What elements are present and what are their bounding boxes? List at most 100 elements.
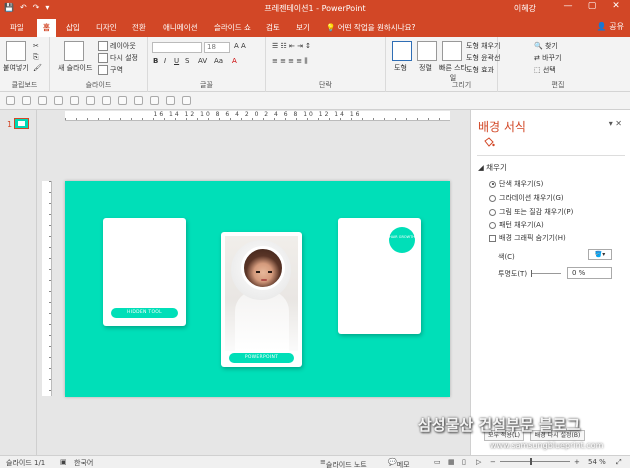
color-picker-button[interactable]: 🪣▾: [588, 249, 612, 260]
share-button[interactable]: 👤 공유: [597, 21, 624, 32]
toolbar-icon[interactable]: [182, 96, 191, 105]
find-button[interactable]: 🔍 찾기: [534, 41, 558, 51]
bullets-icon[interactable]: ☰ ☷ ⇤ ⇥ ↕: [272, 42, 311, 50]
shapes-icon[interactable]: [392, 41, 412, 61]
tab-animations[interactable]: 애니메이션: [163, 22, 198, 33]
toolbar-icon[interactable]: [6, 96, 15, 105]
layout-button[interactable]: 레이아웃: [98, 41, 136, 51]
card-center[interactable]: POWERPOINT: [221, 232, 302, 367]
arrange-button[interactable]: 정렬: [419, 63, 432, 73]
radio-solid[interactable]: [489, 180, 496, 188]
tab-design[interactable]: 디자인: [96, 22, 117, 33]
case-button[interactable]: Aa: [214, 57, 223, 65]
minimize-button[interactable]: —: [556, 1, 580, 11]
format-painter-icon[interactable]: 🖌: [33, 64, 42, 72]
radio-gradient[interactable]: [489, 194, 496, 202]
user-name[interactable]: 이혜강: [514, 3, 536, 14]
slide-canvas[interactable]: HIDDEN TOOL POWERPOINT HAIR GROWTH: [65, 181, 450, 397]
replace-button[interactable]: ⇄ 바꾸기: [534, 53, 561, 63]
pane-options-icon[interactable]: ▾: [609, 119, 613, 128]
clipboard-label: 클립보드: [11, 81, 38, 89]
option-picture-fill[interactable]: 그림 또는 질감 채우기(P): [489, 207, 573, 217]
tab-insert[interactable]: 삽입: [66, 22, 80, 33]
toolbar-icon[interactable]: [54, 96, 63, 105]
person-icon: 👤: [596, 22, 610, 31]
zoom-out-icon[interactable]: −: [490, 458, 496, 466]
tab-file[interactable]: 파일: [10, 22, 24, 33]
shape-effects-button[interactable]: 도형 효과: [466, 65, 494, 75]
toolbar-icon[interactable]: [150, 96, 159, 105]
paint-bucket-icon[interactable]: [483, 137, 495, 147]
language-indicator[interactable]: 한국어: [74, 458, 93, 468]
tab-slideshow[interactable]: 슬라이드 쇼: [214, 22, 251, 33]
toolbar-icon[interactable]: [118, 96, 127, 105]
option-solid-fill[interactable]: 단색 채우기(S): [489, 179, 543, 189]
notes-button[interactable]: ≡ 슬라이드 노트: [320, 458, 367, 468]
reading-view-icon[interactable]: ▯: [462, 458, 466, 466]
tab-review[interactable]: 검토: [266, 22, 280, 33]
toolbar-icon[interactable]: [38, 96, 47, 105]
section-button[interactable]: 구역: [98, 65, 123, 75]
copy-icon[interactable]: ⎘: [33, 53, 39, 62]
tell-me-search[interactable]: 💡 어떤 작업을 원하시나요?: [326, 22, 415, 33]
slideshow-view-icon[interactable]: ▷: [476, 458, 481, 466]
font-color-button[interactable]: A: [232, 57, 237, 65]
select-button[interactable]: ⬚ 선택: [534, 65, 556, 75]
checkbox-hide-graphics[interactable]: [489, 234, 496, 242]
bold-button[interactable]: B: [153, 57, 158, 65]
tab-transitions[interactable]: 전환: [132, 22, 146, 33]
toolbar-icon[interactable]: [166, 96, 175, 105]
tab-home[interactable]: 홈: [37, 19, 56, 37]
underline-button[interactable]: U: [174, 57, 179, 65]
sorter-view-icon[interactable]: ▦: [448, 458, 455, 466]
shadow-button[interactable]: S: [185, 57, 189, 65]
font-name-input[interactable]: [152, 42, 202, 53]
slide-thumbnail[interactable]: [14, 118, 29, 129]
cut-icon[interactable]: ✂: [33, 42, 39, 50]
toolbar-icon[interactable]: [86, 96, 95, 105]
normal-view-icon[interactable]: ▭: [434, 458, 441, 466]
shape-fill-button[interactable]: 도형 채우기: [466, 41, 500, 51]
maximize-button[interactable]: ▢: [580, 1, 604, 11]
new-slide-icon[interactable]: [64, 41, 84, 61]
paste-button[interactable]: 붙여넣기: [3, 63, 29, 73]
fill-section-header[interactable]: ◢ 채우기: [478, 162, 507, 173]
reset-button[interactable]: 다시 설정: [98, 53, 138, 63]
transparency-slider[interactable]: [531, 270, 561, 277]
toolbar-icon[interactable]: [102, 96, 111, 105]
shapes-button[interactable]: 도형: [394, 63, 407, 73]
comments-button[interactable]: 💬 메모: [388, 458, 410, 468]
zoom-in-icon[interactable]: +: [574, 458, 580, 466]
align-icons[interactable]: ≡ ≡ ≡ ≡ ⫼: [272, 57, 308, 66]
new-slide-button[interactable]: 새 슬라이드: [58, 63, 92, 73]
find-icon: 🔍: [534, 42, 543, 50]
toolbar-icon[interactable]: [70, 96, 79, 105]
toolbar-icon[interactable]: [22, 96, 31, 105]
italic-button[interactable]: I: [164, 57, 166, 65]
radio-picture[interactable]: [489, 208, 496, 216]
transparency-input[interactable]: 0 %: [567, 267, 612, 279]
option-gradient-fill[interactable]: 그라데이션 채우기(G): [489, 193, 564, 203]
pane-close-icon[interactable]: ✕: [615, 119, 622, 128]
zoom-level[interactable]: 54 %: [588, 458, 606, 466]
drawing-label: 그리기: [451, 81, 472, 89]
quick-styles-icon[interactable]: [442, 41, 462, 61]
arrange-icon[interactable]: [417, 41, 437, 61]
toolbar-icon[interactable]: [134, 96, 143, 105]
tab-view[interactable]: 보기: [296, 22, 310, 33]
fit-slide-icon[interactable]: ⤢: [616, 458, 622, 467]
close-button[interactable]: ✕: [604, 1, 628, 11]
card-right[interactable]: HAIR GROWTH: [338, 218, 421, 334]
font-size-input[interactable]: 18: [204, 42, 230, 53]
option-pattern-fill[interactable]: 패턴 채우기(A): [489, 220, 544, 230]
shape-outline-button[interactable]: 도형 윤곽선: [466, 53, 500, 63]
paste-icon[interactable]: [6, 41, 26, 61]
font-size-buttons[interactable]: A A: [234, 42, 246, 50]
option-hide-graphics[interactable]: 배경 그래픽 숨기기(H): [489, 233, 566, 243]
spellcheck-icon[interactable]: ▣: [60, 458, 67, 466]
spacing-button[interactable]: AV: [198, 57, 207, 65]
card-left[interactable]: HIDDEN TOOL: [103, 218, 186, 326]
radio-pattern[interactable]: [489, 221, 496, 229]
layout-icon: [98, 41, 108, 51]
zoom-slider[interactable]: [500, 458, 570, 465]
